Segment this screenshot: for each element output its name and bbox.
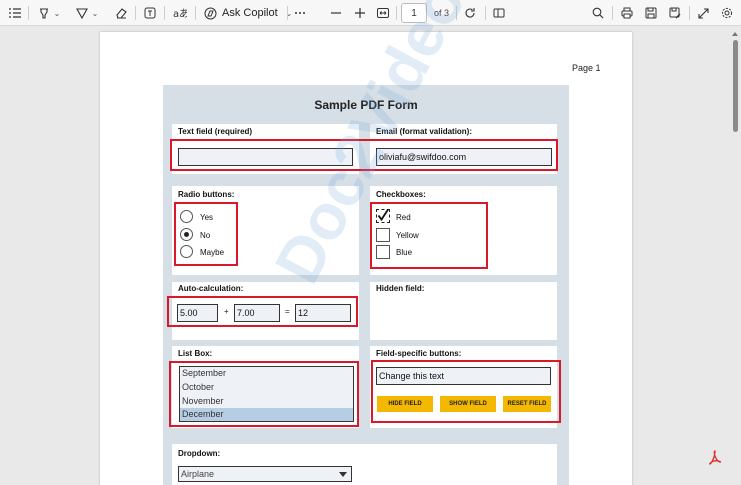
checkbox-yellow-label: Yellow — [396, 231, 419, 240]
settings-icon[interactable] — [719, 0, 735, 26]
checkbox-yellow[interactable] — [376, 228, 390, 242]
dropdown-select[interactable]: Airplane — [178, 466, 352, 482]
fullscreen-icon[interactable] — [695, 0, 711, 26]
more-icon[interactable] — [292, 0, 308, 26]
email-label: Email (format validation): — [376, 127, 473, 136]
zoom-in-icon[interactable] — [352, 0, 368, 26]
radio-maybe[interactable] — [180, 245, 193, 258]
radio-yes-label: Yes — [200, 213, 214, 222]
equals-sign: = — [285, 307, 290, 316]
radio-no-label: No — [200, 231, 211, 240]
checkbox-blue-label: Blue — [396, 248, 413, 257]
plus-sign: + — [224, 307, 229, 316]
page-view-icon[interactable] — [491, 0, 507, 26]
autocalc-result[interactable]: 12 — [295, 304, 351, 322]
read-aloud-icon[interactable]: aあ — [170, 0, 190, 26]
checkbox-red[interactable] — [376, 209, 390, 223]
radio-yes[interactable] — [180, 210, 193, 223]
eraser-icon[interactable] — [112, 0, 130, 26]
scroll-up-arrow-icon[interactable] — [732, 32, 738, 36]
radio-maybe-label: Maybe — [200, 248, 225, 257]
draw-icon — [75, 7, 88, 19]
scroll-thumb[interactable] — [733, 40, 738, 132]
rotate-icon[interactable] — [462, 0, 478, 26]
text-field-label: Text field (required) — [178, 127, 253, 136]
page-number-input[interactable]: 1 — [401, 3, 427, 23]
text-box-icon[interactable] — [141, 0, 159, 26]
autocalc-input-b[interactable]: 7.00 — [234, 304, 280, 322]
chevron-down-icon: ⌄ — [91, 8, 99, 18]
acrobat-icon[interactable] — [708, 450, 722, 466]
dropdown-label: Dropdown: — [178, 449, 221, 458]
radio-no[interactable] — [180, 228, 193, 241]
hidden-field-label: Hidden field: — [376, 284, 425, 293]
highlight-box-buttons — [371, 360, 561, 423]
menu-icon[interactable] — [6, 0, 24, 26]
page-label: Page 1 — [572, 63, 601, 73]
highlight-box-listbox — [169, 361, 359, 427]
draw-button[interactable]: ⌄ — [72, 0, 102, 26]
toolbar: ⌄ ⌄ aあ Ask Copilot ⌄ 1 of 3 — [0, 0, 741, 26]
chevron-down-icon: ⌄ — [53, 8, 61, 18]
svg-text:aあ: aあ — [173, 8, 187, 19]
field-buttons-label: Field-specific buttons: — [376, 349, 462, 358]
ask-copilot-label: Ask Copilot — [222, 7, 278, 19]
highlight-box-text-email — [170, 139, 558, 171]
checkbox-red-label: Red — [396, 213, 411, 222]
form-title: Sample PDF Form — [314, 98, 418, 112]
save-as-icon[interactable] — [667, 0, 683, 26]
highlight-icon — [38, 7, 50, 19]
checkbox-blue[interactable] — [376, 245, 390, 259]
fit-page-icon[interactable] — [375, 0, 391, 26]
checkbox-label: Checkboxes: — [376, 190, 426, 199]
highlight-button[interactable]: ⌄ — [34, 0, 64, 26]
search-icon[interactable] — [590, 0, 606, 26]
save-icon[interactable] — [643, 0, 659, 26]
autocalc-input-a[interactable]: 5.00 — [177, 304, 218, 322]
print-icon[interactable] — [619, 0, 635, 26]
page-count: of 3 — [434, 8, 450, 18]
zoom-out-icon[interactable] — [328, 0, 344, 26]
copilot-icon — [202, 0, 218, 26]
listbox-label: List Box: — [178, 349, 213, 358]
radio-label: Radio buttons: — [178, 190, 235, 199]
chevron-down-icon — [339, 472, 347, 477]
dropdown-value: Airplane — [181, 469, 215, 479]
autocalc-label: Auto-calculation: — [178, 284, 244, 293]
ask-copilot-button[interactable]: Ask Copilot ⌄ — [222, 0, 292, 26]
